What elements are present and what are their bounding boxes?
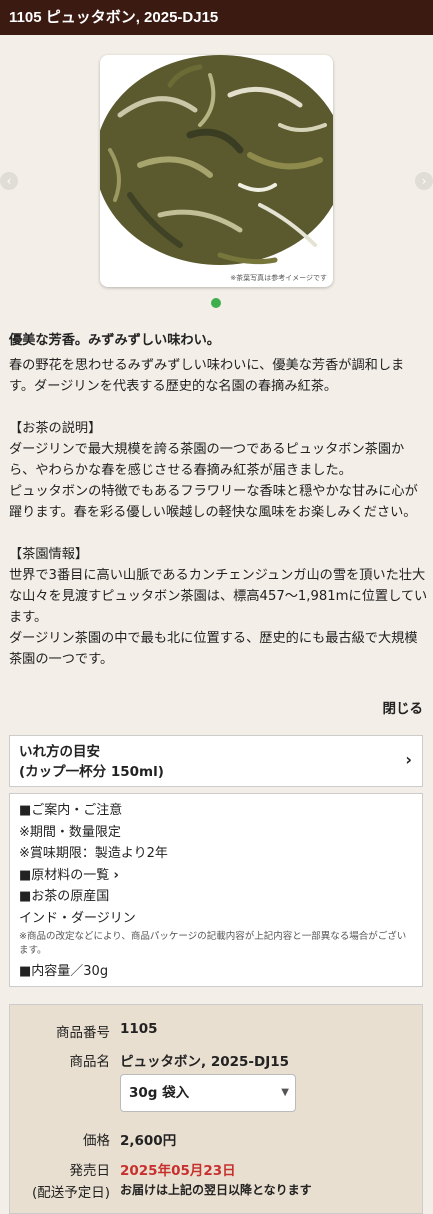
brewing-guide-button[interactable]: いれ方の目安 (カップ一杯分 150ml) › (9, 735, 423, 787)
photo-caption: ※茶葉写真は参考イメージです (230, 274, 327, 282)
note-expiry: ※賞味期限：製造より2年 (19, 846, 168, 861)
description-tea: ダージリンで最大規模を誇る茶園の一つであるピュッタボン茶園から、やわらかな春を感… (9, 442, 418, 520)
origin-heading: ■お茶の原産国 (19, 889, 110, 904)
product-info-panel: 商品番号 1105 商品名 ピュッタボン, 2025-DJ15 30g 袋入 ▼… (9, 1004, 423, 1214)
package-select-value: 30g 袋入 (129, 1085, 190, 1101)
chevron-right-icon: › (113, 867, 119, 883)
ingredients-link[interactable]: ■原材料の一覧 › (19, 865, 413, 887)
product-number: 1105 (120, 1021, 158, 1037)
delivery-note: お届けは上記の翌日以降となります (120, 1183, 312, 1197)
brewing-guide-subtitle: (カップ一杯分 150ml) (19, 764, 164, 780)
chevron-down-icon: ▼ (281, 1087, 289, 1098)
release-label: 発売日 (69, 1163, 111, 1179)
page-title: 1105 ピュッタボン, 2025-DJ15 (0, 0, 433, 35)
chevron-right-icon: › (405, 750, 412, 769)
product-number-label: 商品番号 (56, 1025, 110, 1041)
price: 2,600円 (120, 1133, 177, 1149)
price-label: 価格 (83, 1133, 110, 1149)
product-image-carousel[interactable]: ‹ ※茶葉写真は参考イメージです › (0, 35, 433, 315)
description-intro: 春の野花を思わせるみずみずしい味わいに、優美な芳香が調和します。ダージリンを代表… (9, 358, 405, 394)
chevron-left-icon[interactable]: ‹ (0, 172, 18, 190)
origin-value: インド・ダージリン (19, 910, 136, 926)
notes-heading: ■ご案内・ご注意 (19, 803, 123, 818)
product-name-label: 商品名 (69, 1054, 111, 1070)
ingredients-label: ■原材料の一覧 (19, 867, 110, 883)
package-disclaimer: ※商品の改定などにより、商品パッケージの記載内容が上記内容と一部異なる場合がござ… (19, 931, 407, 956)
description-estate: 世界で3番目に高い山脈であるカンチェンジュンガ山の雪を頂いた壮大な山々を見渡すピ… (9, 568, 428, 667)
product-description: 優美な芳香。みずみずしい味わい。 春の野花を思わせるみずみずしい味わいに、優美な… (9, 330, 429, 670)
brewing-guide-title: いれ方の目安 (19, 744, 100, 760)
tea-leaf-photo: ※茶葉写真は参考イメージです (100, 55, 333, 287)
note-limited: ※期間・数量限定 (19, 824, 121, 840)
package-select[interactable]: 30g 袋入 ▼ (120, 1074, 296, 1112)
net-content: ■内容量／30g (19, 964, 109, 979)
chevron-right-icon[interactable]: › (415, 172, 433, 190)
section-title-tea: 【お茶の説明】 (9, 421, 102, 436)
product-notes: ■ご案内・ご注意 ※期間・数量限定 ※賞味期限：製造より2年 ■原材料の一覧 ›… (9, 793, 423, 987)
delivery-label: (配送予定日) (31, 1185, 110, 1201)
catch-copy: 優美な芳香。みずみずしい味わい。 (9, 333, 220, 348)
carousel-page-indicator[interactable] (211, 298, 221, 308)
close-description-link[interactable]: 閉じる (383, 697, 424, 717)
section-title-estate: 【茶園情報】 (9, 547, 89, 562)
product-name: ピュッタボン, 2025-DJ15 (120, 1054, 290, 1070)
release-date: 2025年05月23日 (120, 1163, 236, 1179)
